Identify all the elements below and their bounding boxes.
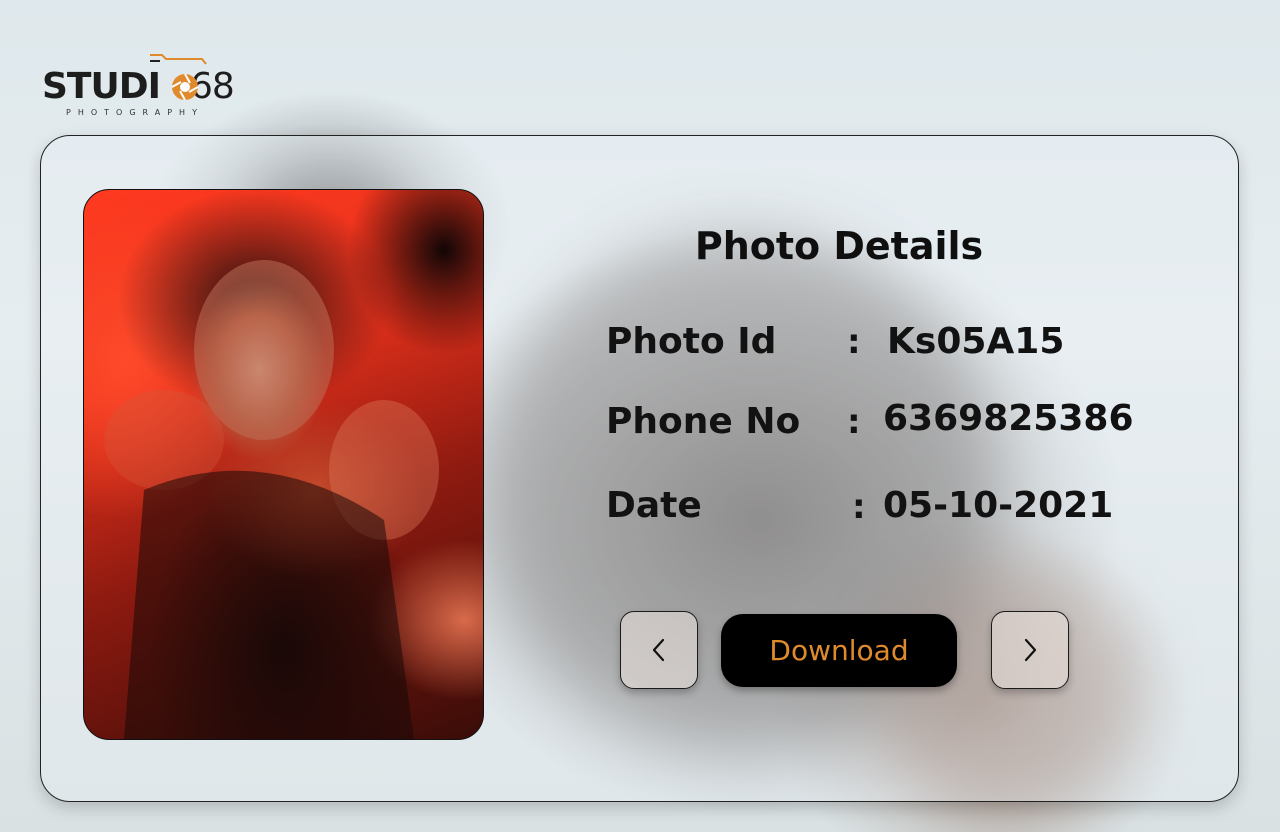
- date-colon: :: [852, 487, 866, 527]
- date-value: 05-10-2021: [883, 485, 1114, 526]
- download-button[interactable]: Download: [721, 614, 957, 687]
- download-label: Download: [769, 634, 909, 667]
- section-title: Photo Details: [694, 224, 984, 268]
- phone-no-value: 6369825386: [883, 398, 1134, 439]
- phone-no-colon: :: [847, 402, 861, 442]
- next-button[interactable]: [991, 611, 1069, 689]
- date-label: Date: [606, 485, 702, 526]
- photo-id-value: Ks05A15: [887, 321, 1065, 362]
- chevron-right-icon: [1024, 638, 1037, 662]
- previous-button[interactable]: [620, 611, 698, 689]
- logo-name: STUDI: [42, 66, 161, 107]
- aperture-icon: [171, 73, 199, 101]
- chevron-left-icon: [652, 638, 665, 662]
- photo-subject-shape: [104, 260, 439, 739]
- photo-id-label: Photo Id: [606, 321, 777, 362]
- studio-logo[interactable]: STUDI 68 PHOTOGRAPHY: [42, 52, 257, 122]
- photo-id-colon: :: [847, 322, 861, 362]
- logo-wordmark: STUDI 68: [42, 66, 235, 107]
- logo-tagline: PHOTOGRAPHY: [66, 108, 204, 117]
- photo-details-card: Photo Details Photo Id : Ks05A15 Phone N…: [40, 135, 1239, 802]
- phone-no-label: Phone No: [606, 401, 801, 442]
- portrait-photo[interactable]: [83, 189, 484, 740]
